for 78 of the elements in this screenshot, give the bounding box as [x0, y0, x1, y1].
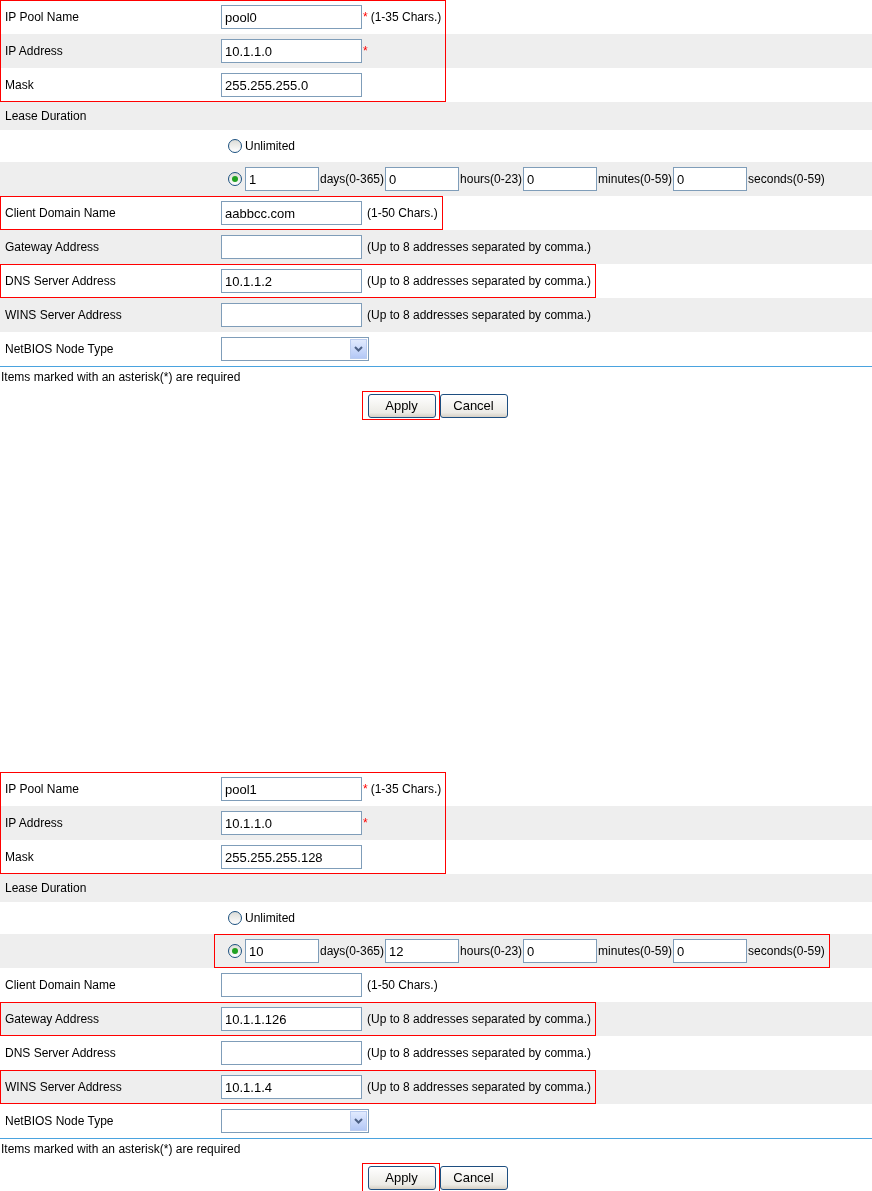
required-mark: * — [363, 9, 368, 26]
input-field[interactable]: 10.1.1.2 — [221, 269, 362, 293]
input-field[interactable]: 10 — [245, 939, 319, 963]
input-field[interactable]: 10.1.1.0 — [221, 39, 362, 63]
field-label: WINS Server Address — [5, 308, 122, 322]
input-field[interactable]: aabbcc.com — [221, 201, 362, 225]
hint-text: (Up to 8 addresses separated by comma.) — [367, 273, 592, 290]
input-field[interactable] — [221, 973, 362, 997]
radio-label: Unlimited — [245, 910, 295, 927]
field-label: WINS Server Address — [5, 1080, 122, 1094]
field-label: NetBIOS Node Type — [5, 1114, 114, 1128]
field-label: DNS Server Address — [5, 274, 116, 288]
input-field[interactable]: 0 — [673, 939, 748, 963]
form-button[interactable]: Cancel — [439, 1166, 508, 1190]
input-field[interactable]: 12 — [385, 939, 460, 963]
field-label: NetBIOS Node Type — [5, 342, 114, 356]
form-button[interactable]: Cancel — [439, 394, 508, 418]
hint-text: (1-35 Chars.) — [370, 9, 442, 26]
field-label: IP Pool Name — [5, 10, 79, 24]
input-field[interactable]: 1 — [245, 167, 319, 191]
field-label: Client Domain Name — [5, 978, 116, 992]
input-field[interactable]: 0 — [523, 939, 598, 963]
input-field[interactable]: pool0 — [221, 5, 362, 29]
required-mark: * — [363, 781, 368, 798]
input-field[interactable] — [221, 235, 362, 259]
field-label: Mask — [5, 850, 34, 864]
unit-label: hours(0-23) — [460, 171, 523, 188]
hint-text: (1-35 Chars.) — [370, 781, 442, 798]
unit-label: days(0-365) — [320, 171, 385, 188]
radio-button[interactable] — [228, 911, 242, 925]
hint-text: (Up to 8 addresses separated by comma.) — [367, 1011, 592, 1028]
input-field[interactable]: 0 — [523, 167, 598, 191]
input-field[interactable] — [221, 1041, 362, 1065]
input-field[interactable] — [221, 303, 362, 327]
dropdown[interactable] — [221, 1109, 369, 1133]
field-label: IP Pool Name — [5, 782, 79, 796]
footnote-text: Items marked with an asterisk(*) are required — [0, 369, 242, 386]
chevron-down-icon — [354, 1118, 363, 1124]
field-label: DNS Server Address — [5, 1046, 116, 1060]
radio-button[interactable] — [228, 172, 242, 186]
footnote-text: Items marked with an asterisk(*) are required — [0, 1141, 242, 1158]
hint-text: (Up to 8 addresses separated by comma.) — [367, 307, 592, 324]
input-field[interactable]: 255.255.255.128 — [221, 845, 362, 869]
field-label: IP Address — [5, 816, 63, 830]
unit-label: minutes(0-59) — [598, 171, 673, 188]
unit-label: days(0-365) — [320, 943, 385, 960]
unit-label: minutes(0-59) — [598, 943, 673, 960]
hint-text: (1-50 Chars.) — [367, 977, 438, 994]
required-mark: * — [363, 43, 368, 60]
input-field[interactable]: 10.1.1.4 — [221, 1075, 362, 1099]
hint-text: (1-50 Chars.) — [367, 205, 438, 222]
input-field[interactable]: 0 — [385, 167, 460, 191]
input-field[interactable]: 0 — [673, 167, 748, 191]
unit-label: seconds(0-59) — [748, 943, 825, 960]
unit-label: hours(0-23) — [460, 943, 523, 960]
field-label: Gateway Address — [5, 240, 100, 254]
field-label: IP Address — [5, 44, 63, 58]
field-label: Gateway Address — [5, 1012, 100, 1026]
section-label: Lease Duration — [5, 881, 87, 895]
field-label: Mask — [5, 78, 34, 92]
hint-text: (Up to 8 addresses separated by comma.) — [367, 1045, 592, 1062]
input-field[interactable]: pool1 — [221, 777, 362, 801]
field-label: Client Domain Name — [5, 206, 116, 220]
section-label: Lease Duration — [5, 109, 87, 123]
dropdown[interactable] — [221, 337, 369, 361]
hint-text: (Up to 8 addresses separated by comma.) — [367, 239, 592, 256]
radio-button[interactable] — [228, 944, 242, 958]
required-mark: * — [363, 815, 368, 832]
input-field[interactable]: 255.255.255.0 — [221, 73, 362, 97]
hint-text: (Up to 8 addresses separated by comma.) — [367, 1079, 592, 1096]
form-button[interactable]: Apply — [367, 1166, 436, 1190]
input-field[interactable]: 10.1.1.0 — [221, 811, 362, 835]
form-button[interactable]: Apply — [367, 394, 436, 418]
unit-label: seconds(0-59) — [748, 171, 825, 188]
radio-label: Unlimited — [245, 138, 295, 155]
input-field[interactable]: 10.1.1.126 — [221, 1007, 362, 1031]
chevron-down-icon — [354, 346, 363, 352]
radio-button[interactable] — [228, 139, 242, 153]
